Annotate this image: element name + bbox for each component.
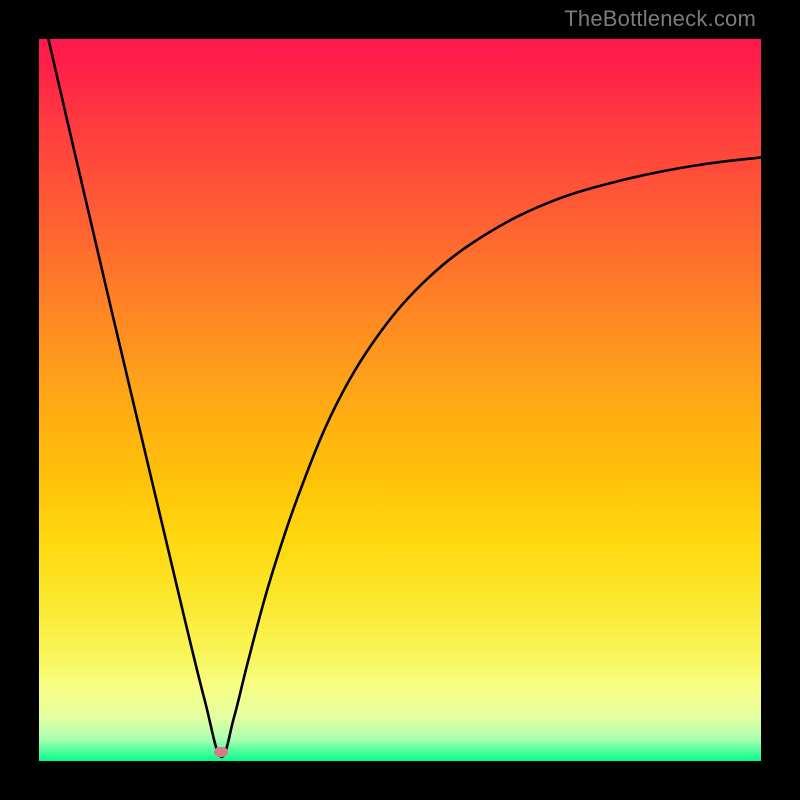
minimum-marker (214, 747, 228, 757)
plot-area (39, 39, 761, 761)
watermark-text: TheBottleneck.com (564, 6, 756, 32)
bottleneck-curve (39, 39, 761, 761)
